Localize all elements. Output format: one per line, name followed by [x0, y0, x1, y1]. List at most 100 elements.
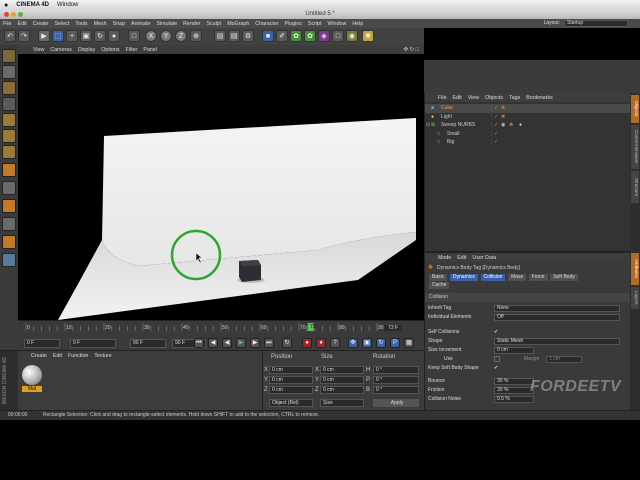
menu-window[interactable]: Window: [324, 21, 349, 27]
menu-edit[interactable]: Edit: [15, 21, 30, 27]
x-axis-lock-icon[interactable]: X: [145, 30, 157, 42]
coord-rot-b-field[interactable]: 0 °: [373, 386, 419, 394]
visibility-check-icon[interactable]: ⋮✓: [489, 138, 498, 146]
menu-render[interactable]: Render: [180, 21, 203, 27]
scale-icon[interactable]: ▣: [80, 30, 92, 42]
margin-field[interactable]: 1 cm: [546, 355, 582, 363]
visibility-check-icon[interactable]: ⋮✓: [489, 104, 498, 112]
viewport-navigation-icon[interactable]: ✥↻□: [403, 46, 420, 53]
objects-menu-file[interactable]: File: [435, 95, 450, 101]
visibility-check-icon[interactable]: ⋮✓: [489, 130, 498, 138]
menu-select[interactable]: Select: [52, 21, 73, 27]
move-icon[interactable]: +: [66, 30, 78, 42]
coord-rot-h-field[interactable]: 0 °: [373, 366, 419, 374]
tab-dynamics[interactable]: Dynamics: [449, 274, 478, 281]
object-row-sweep-nurbs[interactable]: ⊟ ✿ Sweep NURBS ⋮✓ ◉ ❋ ●: [425, 121, 630, 130]
objects-menu-tags[interactable]: Tags: [506, 95, 523, 101]
coord-size-x-field[interactable]: 0 cm: [320, 366, 364, 374]
coord-mode-select[interactable]: Object (Rel): [269, 399, 313, 407]
menu-plugins[interactable]: Plugins: [282, 21, 305, 27]
objects-menu-edit[interactable]: Edit: [450, 95, 465, 101]
size-increment-field[interactable]: 0 cm: [494, 346, 534, 354]
side-tab-layers[interactable]: Layers: [631, 287, 639, 309]
visibility-check-icon[interactable]: ⋮✓: [489, 121, 498, 129]
tab-collision[interactable]: Collision: [480, 274, 506, 281]
timeline-ruler[interactable]: 0 10 20 30 40 50 60 70 80 90 73 73 F: [18, 320, 424, 336]
key-point-level-icon[interactable]: ▦: [404, 338, 414, 348]
mac-app-name[interactable]: CINEMA 4D: [16, 2, 49, 8]
viewport-menu-cameras[interactable]: Cameras: [47, 47, 75, 53]
live-selection-icon[interactable]: ▶: [38, 30, 50, 42]
tab-cache[interactable]: Cache: [429, 282, 450, 289]
menu-mesh[interactable]: Mesh: [91, 21, 110, 27]
collider-tag-icon[interactable]: ❋: [509, 121, 513, 129]
key-rotation-icon[interactable]: ↻: [376, 338, 386, 348]
menu-tools[interactable]: Tools: [72, 21, 90, 27]
points-mode-icon[interactable]: [2, 113, 16, 127]
loop-icon[interactable]: ↻: [282, 338, 292, 348]
coord-size-z-field[interactable]: 0 cm: [320, 386, 364, 394]
menu-snap[interactable]: Snap: [110, 21, 128, 27]
coord-pos-x-field[interactable]: 0 cm: [269, 366, 313, 374]
y-axis-lock-icon[interactable]: Y: [160, 30, 172, 42]
dynamics-tag-icon[interactable]: ❋: [501, 104, 505, 112]
use-margin-checkbox[interactable]: [494, 356, 500, 362]
layout-select[interactable]: Startup: [564, 20, 628, 27]
menu-create[interactable]: Create: [30, 21, 52, 27]
pen-spline-icon[interactable]: ✐: [276, 30, 288, 42]
end-frame-field[interactable]: 90 F: [130, 339, 166, 348]
phong-tag-icon[interactable]: ◉: [501, 121, 505, 129]
material-swatch[interactable]: Mat: [22, 365, 44, 393]
side-tab-objects[interactable]: Objects: [631, 95, 639, 123]
lock-workplane-icon[interactable]: [2, 217, 16, 231]
self-collisions-checkbox[interactable]: ✔: [494, 328, 498, 336]
material-menu-function[interactable]: Function: [65, 353, 91, 359]
workplane-icon[interactable]: [2, 97, 16, 111]
tab-force[interactable]: Force: [528, 274, 548, 281]
coord-size-y-field[interactable]: 0 cm: [320, 376, 364, 384]
side-tab-attributes[interactable]: Attributes: [631, 253, 639, 285]
tweak-mode-icon[interactable]: [2, 181, 16, 195]
coord-pos-z-field[interactable]: 0 cm: [269, 386, 313, 394]
magnet-icon[interactable]: [2, 235, 16, 249]
render-view-icon[interactable]: ▤: [214, 30, 226, 42]
objects-menu-bookmarks[interactable]: Bookmarks: [523, 95, 556, 101]
scene-icon[interactable]: □: [332, 30, 344, 42]
mac-window-menu[interactable]: Window: [57, 2, 78, 8]
menu-script[interactable]: Script: [305, 21, 325, 27]
viewport-menu-filter[interactable]: Filter: [123, 47, 141, 53]
tab-basic[interactable]: Basic: [429, 274, 448, 281]
coord-pos-y-field[interactable]: 0 cm: [269, 376, 313, 384]
coord-apply-button[interactable]: Apply: [373, 399, 419, 407]
previous-frame-icon[interactable]: ◀: [222, 338, 232, 348]
key-scale-icon[interactable]: ▣: [362, 338, 372, 348]
render-settings-icon[interactable]: ⚙: [242, 30, 254, 42]
play-icon[interactable]: ▶: [236, 338, 246, 348]
object-row-light[interactable]: ● Light ⋮✓ ❋: [425, 113, 630, 122]
tab-soft-body[interactable]: Soft Body: [550, 274, 578, 281]
light-tag-icon[interactable]: ❋: [501, 113, 505, 121]
camera-icon[interactable]: ◉: [346, 30, 358, 42]
undo-icon[interactable]: ↶: [4, 30, 16, 42]
menu-character[interactable]: Character: [252, 21, 281, 27]
bounce-field[interactable]: 30 %: [494, 377, 534, 385]
edges-mode-icon[interactable]: [2, 129, 16, 143]
snap-icon[interactable]: [2, 199, 16, 213]
record-key-icon[interactable]: ●: [302, 338, 312, 348]
render-picture-viewer-icon[interactable]: ▤: [228, 30, 240, 42]
previous-keyframe-icon[interactable]: ◀: [208, 338, 218, 348]
menu-mograph[interactable]: MoGraph: [224, 21, 252, 27]
autokey-icon[interactable]: ●: [316, 338, 326, 348]
key-parameter-icon[interactable]: P: [390, 338, 400, 348]
menu-help[interactable]: Help: [349, 21, 366, 27]
apple-icon[interactable]: ●: [4, 2, 8, 9]
close-window-button[interactable]: [4, 12, 9, 17]
texture-mode-icon[interactable]: [2, 81, 16, 95]
coordinate-system-icon[interactable]: ⊕: [190, 30, 202, 42]
current-frame-field[interactable]: 0 F: [70, 339, 116, 348]
start-frame-field[interactable]: 0 F: [24, 339, 60, 348]
viewport-menu-options[interactable]: Options: [98, 47, 122, 53]
coord-rot-p-field[interactable]: 0 °: [373, 376, 419, 384]
viewport-menu-panel[interactable]: Panel: [140, 47, 160, 53]
cube-primitive-icon[interactable]: ■: [262, 30, 274, 42]
